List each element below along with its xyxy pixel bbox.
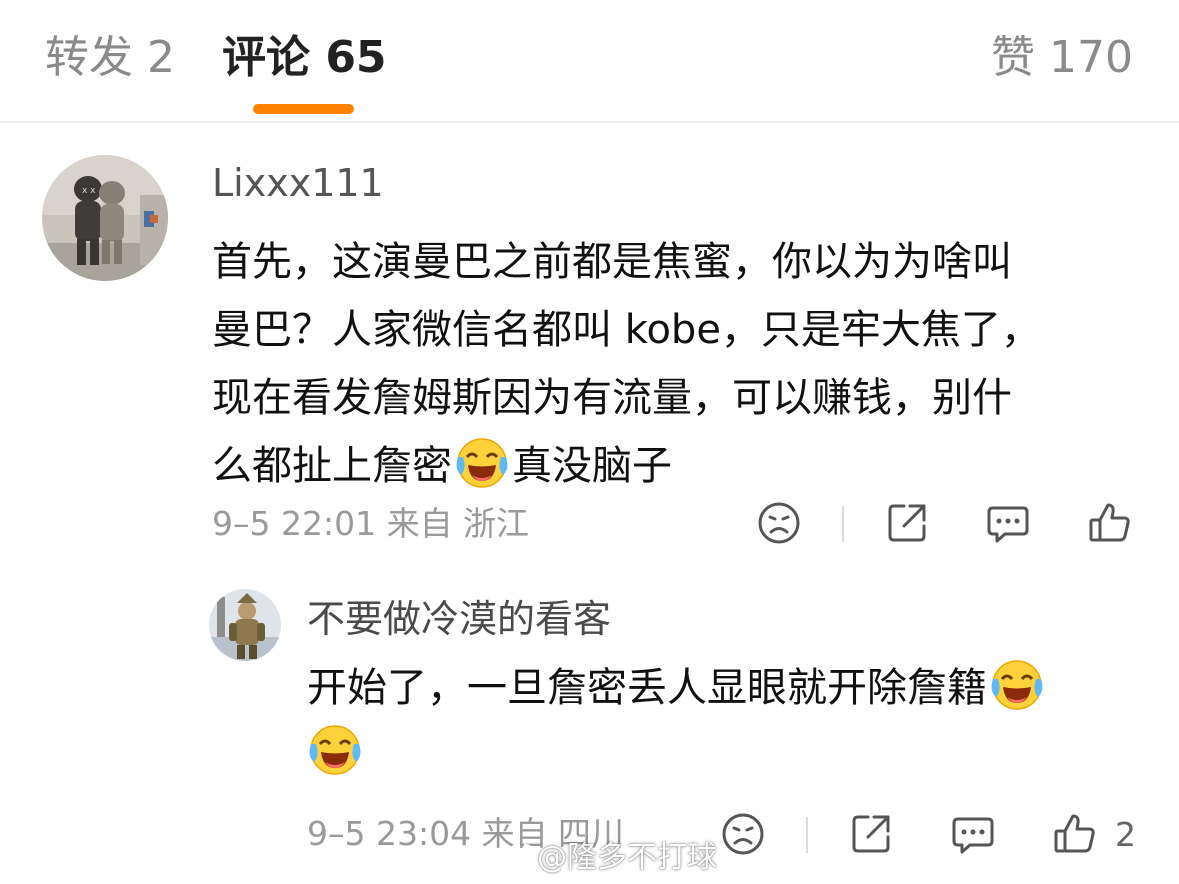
divider — [806, 817, 808, 853]
reply-body: 开始了，一旦詹密丢人显眼就开除詹籍 — [307, 656, 1147, 786]
comment-line-text: 么都扯上詹密 — [212, 443, 452, 489]
comment-line: 首先，这演曼巴之前都是焦蜜，你以为为啥叫 — [212, 239, 1012, 285]
comment-username[interactable]: Lixxx111 — [212, 158, 384, 208]
comment-bubble-icon[interactable] — [985, 500, 1031, 546]
reply-line-text: 开始了，一旦詹密丢人显眼就开除詹籍 — [307, 665, 987, 711]
avatar[interactable]: x x — [42, 155, 168, 281]
comment-line-4: 么都扯上詹密 真没脑子 — [212, 432, 1112, 500]
tab-comments[interactable]: 评论 65 — [222, 28, 387, 88]
laughing-crying-emoji — [454, 435, 510, 491]
tab-bar: 转发 2 评论 65 赞 170 — [0, 0, 1179, 123]
reply-like-count: 2 — [1115, 815, 1136, 854]
share-icon[interactable] — [848, 811, 894, 857]
tab-reposts[interactable]: 转发 2 — [45, 28, 175, 88]
frown-face-icon[interactable] — [720, 811, 766, 857]
laughing-crying-emoji — [307, 722, 363, 778]
reply-username[interactable]: 不要做冷漠的看客 — [307, 594, 611, 644]
comment-line: 曼巴？人家微信名都叫 kobe，只是牢大焦了， — [212, 307, 1041, 353]
thumbs-up-icon[interactable] — [1052, 811, 1098, 857]
comment-line: 现在看发詹姆斯因为有流量，可以赚钱，别什 — [212, 375, 1012, 421]
watermark: @隆多不打球 — [497, 838, 717, 882]
svg-text:x x: x x — [82, 186, 96, 196]
divider — [0, 121, 1179, 123]
tab-likes[interactable]: 赞 170 — [991, 28, 1133, 88]
comment-meta: 9–5 22:01 来自 浙江 — [212, 504, 530, 543]
active-tab-indicator — [253, 104, 354, 114]
comment-bubble-icon[interactable] — [950, 811, 996, 857]
reply-line-1: 开始了，一旦詹密丢人显眼就开除詹籍 — [307, 656, 1147, 721]
weibo-logo-icon — [497, 841, 537, 873]
reply-line-2 — [307, 721, 1147, 786]
thumbs-up-icon[interactable] — [1087, 500, 1133, 546]
comment-body: 首先，这演曼巴之前都是焦蜜，你以为为啥叫 曼巴？人家微信名都叫 kobe，只是牢… — [212, 228, 1112, 500]
watermark-text: @隆多不打球 — [537, 840, 717, 875]
laughing-crying-emoji — [989, 657, 1045, 713]
divider — [842, 506, 844, 542]
comment-line-tail: 真没脑子 — [512, 443, 672, 489]
frown-face-icon[interactable] — [756, 500, 802, 546]
share-icon[interactable] — [884, 500, 930, 546]
avatar[interactable] — [209, 589, 281, 661]
